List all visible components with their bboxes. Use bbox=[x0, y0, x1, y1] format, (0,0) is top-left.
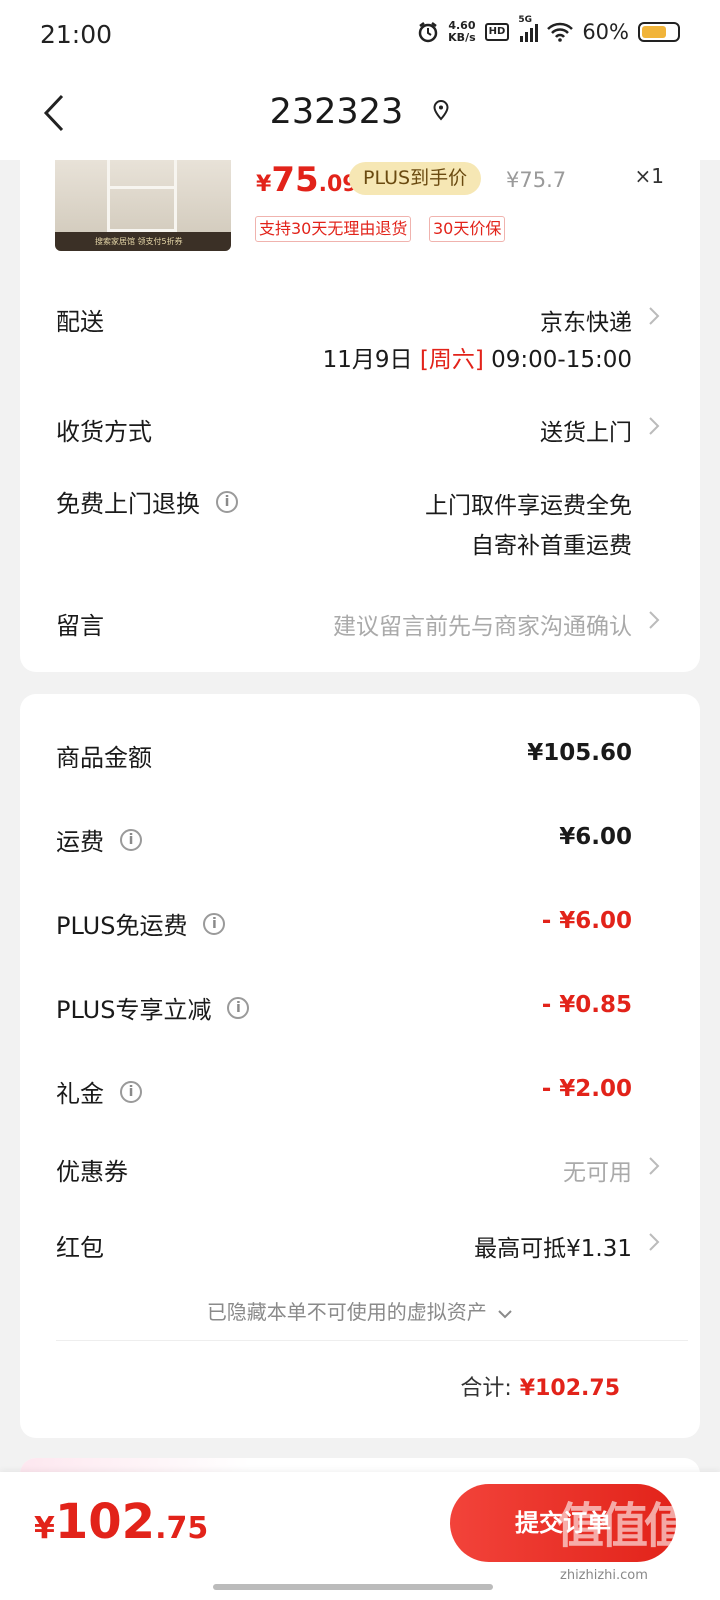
goods-amount-value: ¥105.60 bbox=[527, 740, 632, 766]
plus-free-freight-label: PLUS免运费 bbox=[56, 912, 188, 940]
gift-money-label: 礼金 bbox=[56, 1080, 104, 1108]
status-bar: 21:00 4.60 KB/s HD 5G 60% bbox=[0, 0, 720, 72]
freight-label: 运费 bbox=[56, 828, 104, 856]
home-indicator[interactable] bbox=[213, 1584, 493, 1590]
plus-discount-label: PLUS专享立减 bbox=[56, 996, 212, 1024]
gift-money-row: 礼金 i bbox=[56, 1074, 142, 1109]
chevron-down-icon bbox=[498, 1309, 512, 1318]
plus-free-freight-value: - ¥6.00 bbox=[541, 908, 632, 934]
message-input[interactable]: 建议留言前先与商家沟通确认 bbox=[333, 607, 632, 641]
red-packet-label: 红包 bbox=[56, 1234, 104, 1262]
bottom-total: ¥102.75 bbox=[34, 1494, 208, 1550]
address-title: 232323 bbox=[269, 92, 404, 132]
product-price: ¥75.09 bbox=[256, 160, 358, 200]
receive-method-value[interactable]: 送货上门 bbox=[540, 413, 632, 447]
product-image[interactable]: 搜索家居馆 领支付5折券 bbox=[55, 160, 231, 251]
amount-card: 商品金额 ¥105.60 运费 i ¥6.00 PLUS免运费 i - ¥6.00 … bbox=[20, 694, 700, 1438]
original-price: ¥75.7 bbox=[506, 168, 567, 192]
watermark-logo: 值值值 bbox=[556, 1498, 692, 1554]
freight-value: ¥6.00 bbox=[559, 824, 632, 850]
receive-method-label: 收货方式 bbox=[56, 418, 152, 446]
coupon-label: 优惠券 bbox=[56, 1158, 128, 1186]
info-icon[interactable]: i bbox=[120, 829, 142, 851]
bottom-bar: ¥102.75 提交订单 值值值 zhizhizhi.com bbox=[0, 1472, 720, 1600]
divider bbox=[56, 1340, 688, 1341]
price-symbol: ¥ bbox=[256, 172, 272, 197]
chevron-right-icon[interactable] bbox=[648, 610, 660, 630]
info-icon[interactable]: i bbox=[216, 491, 238, 513]
shipping-label: 配送 bbox=[56, 308, 104, 336]
bottom-price-integer: 102 bbox=[54, 1494, 156, 1550]
total-value: ¥102.75 bbox=[519, 1376, 620, 1401]
product-rack-shape bbox=[107, 160, 177, 232]
order-info-card: 搜索家居馆 领支付5折券 ¥75.09 PLUS到手价 ¥75.7 ×1 支持3… bbox=[20, 160, 700, 672]
bottom-price-symbol: ¥ bbox=[34, 1511, 55, 1546]
product-banner: 搜索家居馆 领支付5折券 bbox=[55, 232, 231, 251]
message-label: 留言 bbox=[56, 612, 104, 640]
hidden-assets-text: 已隐藏本单不可使用的虚拟资产 bbox=[206, 1300, 487, 1324]
hidden-assets-toggle[interactable]: 已隐藏本单不可使用的虚拟资产 bbox=[20, 1296, 700, 1325]
speed-unit: KB/s bbox=[448, 31, 476, 44]
info-icon[interactable]: i bbox=[203, 913, 226, 935]
location-pin-icon bbox=[433, 99, 449, 121]
plus-free-freight-row: PLUS免运费 i bbox=[56, 906, 226, 941]
free-return-line2: 自寄补首重运费 bbox=[471, 533, 632, 559]
total-row: 合计: ¥102.75 bbox=[460, 1370, 620, 1402]
plus-discount-value: - ¥0.85 bbox=[541, 992, 632, 1018]
chevron-right-icon[interactable] bbox=[648, 416, 660, 436]
free-return-line1: 上门取件享运费全免 bbox=[425, 493, 632, 519]
network-speed: 4.60 KB/s bbox=[448, 20, 475, 44]
chevron-right-icon[interactable] bbox=[648, 306, 660, 326]
top-nav: 232323 bbox=[0, 72, 720, 160]
plus-price-badge: PLUS到手价 bbox=[349, 162, 482, 195]
status-icons: 4.60 KB/s HD 5G 60% bbox=[417, 15, 680, 44]
delivery-weekday: [周六] bbox=[419, 347, 484, 373]
chevron-right-icon[interactable] bbox=[648, 1156, 660, 1176]
total-label: 合计: bbox=[460, 1376, 512, 1401]
chevron-right-icon[interactable] bbox=[648, 1232, 660, 1252]
price-protect-tag: 30天价保 bbox=[429, 216, 506, 242]
battery-percent: 60% bbox=[582, 20, 629, 44]
plus-discount-row: PLUS专享立减 i bbox=[56, 990, 250, 1025]
red-packet-value[interactable]: 最高可抵¥1.31 bbox=[474, 1229, 632, 1263]
free-return-row: 免费上门退换 i bbox=[56, 484, 238, 519]
hd-icon: HD bbox=[484, 23, 510, 41]
free-return-label: 免费上门退换 bbox=[56, 490, 200, 518]
battery-icon bbox=[638, 22, 680, 42]
shipping-carrier[interactable]: 京东快递 bbox=[540, 303, 632, 337]
price-integer: 75 bbox=[271, 160, 319, 200]
status-time: 21:00 bbox=[40, 20, 113, 49]
delivery-date: 11月9日 bbox=[322, 347, 413, 373]
info-icon[interactable]: i bbox=[120, 1081, 142, 1103]
gift-money-value: - ¥2.00 bbox=[541, 1076, 632, 1102]
delivery-time[interactable]: 11月9日 [周六] 09:00-15:00 bbox=[323, 340, 632, 374]
goods-amount-label: 商品金额 bbox=[56, 744, 152, 772]
info-icon[interactable]: i bbox=[227, 997, 250, 1019]
return-tag: 支持30天无理由退货 bbox=[255, 216, 412, 242]
cellular-signal-icon: 5G bbox=[518, 15, 539, 42]
wifi-icon bbox=[547, 22, 574, 42]
quantity: ×1 bbox=[634, 164, 664, 188]
freight-row: 运费 i bbox=[56, 822, 142, 857]
alarm-icon bbox=[418, 22, 438, 43]
page-title[interactable]: 232323 bbox=[0, 92, 720, 132]
network-type: 5G bbox=[518, 15, 532, 25]
delivery-slot: 09:00-15:00 bbox=[491, 347, 632, 373]
bottom-price-decimal: .75 bbox=[155, 1511, 209, 1546]
watermark-url: zhizhizhi.com bbox=[560, 1568, 648, 1583]
coupon-value[interactable]: 无可用 bbox=[563, 1153, 632, 1187]
